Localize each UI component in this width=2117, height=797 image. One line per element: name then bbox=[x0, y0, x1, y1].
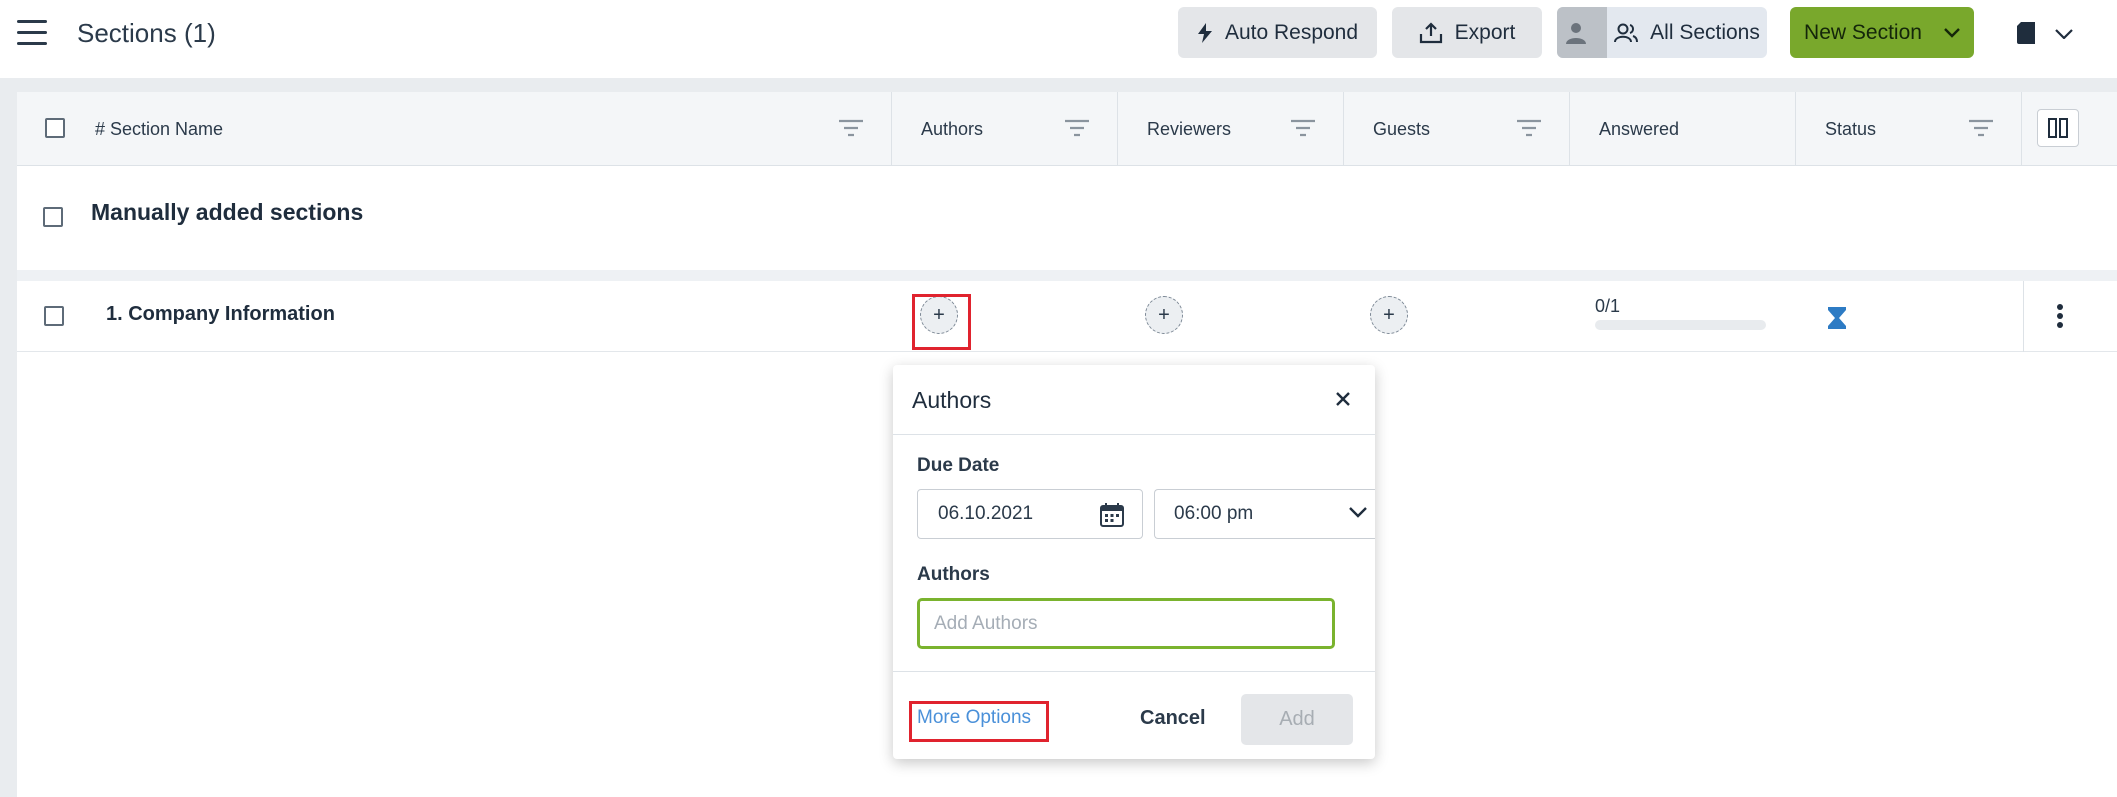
row-checkbox[interactable] bbox=[44, 306, 64, 326]
user-avatar-icon bbox=[1566, 22, 1586, 44]
avatar bbox=[1557, 7, 1607, 58]
users-icon bbox=[1614, 23, 1639, 42]
add-button[interactable]: Add bbox=[1241, 694, 1353, 745]
filter-icon[interactable] bbox=[1291, 119, 1315, 137]
popover-title: Authors bbox=[912, 387, 992, 413]
book-icon bbox=[2017, 22, 2035, 44]
column-label: # Section Name bbox=[95, 118, 224, 139]
highlight-box bbox=[912, 294, 971, 350]
new-section-button[interactable]: New Section bbox=[1790, 7, 1974, 58]
column-reviewers: Reviewers bbox=[1119, 92, 1344, 166]
due-time-select[interactable]: 06:00 pm bbox=[1154, 489, 1375, 539]
auto-respond-label: Auto Respond bbox=[1224, 20, 1359, 44]
add-reviewer-button[interactable]: + bbox=[1145, 296, 1183, 334]
all-sections-label: All Sections bbox=[1650, 20, 1760, 44]
filter-icon[interactable] bbox=[1065, 119, 1089, 137]
new-section-label: New Section bbox=[1804, 20, 1922, 44]
more-vertical-icon[interactable] bbox=[2056, 303, 2064, 329]
due-time-value: 06:00 pm bbox=[1174, 503, 1254, 524]
column-settings bbox=[2023, 92, 2117, 166]
due-date-input[interactable]: 06.10.2021 bbox=[917, 489, 1143, 539]
calendar-icon[interactable] bbox=[1100, 503, 1124, 527]
cancel-button[interactable]: Cancel bbox=[1140, 707, 1206, 730]
export-button[interactable]: Export bbox=[1392, 7, 1542, 58]
close-icon[interactable] bbox=[1331, 387, 1355, 411]
column-guests: Guests bbox=[1345, 92, 1570, 166]
filter-icon[interactable] bbox=[1969, 119, 1993, 137]
chevron-down-icon bbox=[2055, 29, 2073, 39]
group-row: Manually added sections bbox=[17, 167, 2117, 270]
section-name[interactable]: 1. Company Information bbox=[106, 303, 335, 326]
chevron-down-icon bbox=[1349, 507, 1367, 518]
filter-icon[interactable] bbox=[1517, 119, 1541, 137]
hourglass-icon bbox=[1828, 307, 1846, 329]
column-layout-button[interactable] bbox=[2037, 109, 2079, 147]
popover-header: Authors bbox=[893, 365, 1375, 435]
table-row[interactable]: 1. Company Information + + + 0/1 bbox=[17, 281, 2117, 352]
column-label: Answered bbox=[1599, 118, 1680, 139]
top-bar: Sections (1) Auto Respond Export All Sec… bbox=[0, 0, 2117, 78]
column-answered: Answered bbox=[1571, 92, 1796, 166]
column-label: Guests bbox=[1373, 118, 1431, 139]
columns-icon bbox=[2048, 118, 2068, 138]
lightning-icon bbox=[1197, 22, 1212, 43]
column-authors: Authors bbox=[893, 92, 1118, 166]
column-label: Reviewers bbox=[1147, 118, 1232, 139]
add-authors-input[interactable] bbox=[917, 598, 1335, 649]
auto-respond-button[interactable]: Auto Respond bbox=[1178, 7, 1377, 58]
group-label: Manually added sections bbox=[91, 199, 364, 225]
table-header: # Section Name Authors Reviewers Guests … bbox=[17, 92, 2117, 166]
add-guest-button[interactable]: + bbox=[1370, 296, 1408, 334]
column-section-name: # Section Name bbox=[17, 92, 892, 166]
select-all-checkbox[interactable] bbox=[45, 118, 65, 138]
column-status: Status bbox=[1797, 92, 2022, 166]
authors-popover: Authors Due Date 06.10.2021 06:00 pm Aut… bbox=[893, 365, 1375, 759]
divider bbox=[2023, 281, 2024, 352]
highlight-box bbox=[909, 701, 1049, 742]
answered-count: 0/1 bbox=[1595, 296, 1621, 316]
column-label: Status bbox=[1825, 118, 1877, 139]
filter-icon[interactable] bbox=[839, 119, 863, 137]
due-date-label: Due Date bbox=[917, 455, 1000, 476]
answered-progress-bar bbox=[1595, 320, 1766, 330]
group-checkbox[interactable] bbox=[43, 207, 63, 227]
page-title: Sections (1) bbox=[77, 18, 216, 48]
due-date-value: 06.10.2021 bbox=[938, 503, 1034, 524]
authors-label: Authors bbox=[917, 564, 990, 585]
divider bbox=[17, 270, 2117, 281]
export-label: Export bbox=[1454, 20, 1516, 44]
divider bbox=[893, 671, 1375, 672]
book-menu-button[interactable] bbox=[2015, 20, 2075, 48]
all-sections-filter-button[interactable]: All Sections bbox=[1557, 7, 1767, 58]
upload-icon bbox=[1419, 21, 1442, 43]
chevron-down-icon bbox=[1944, 27, 1960, 38]
column-label: Authors bbox=[921, 118, 984, 139]
hamburger-menu-icon[interactable] bbox=[17, 20, 47, 48]
